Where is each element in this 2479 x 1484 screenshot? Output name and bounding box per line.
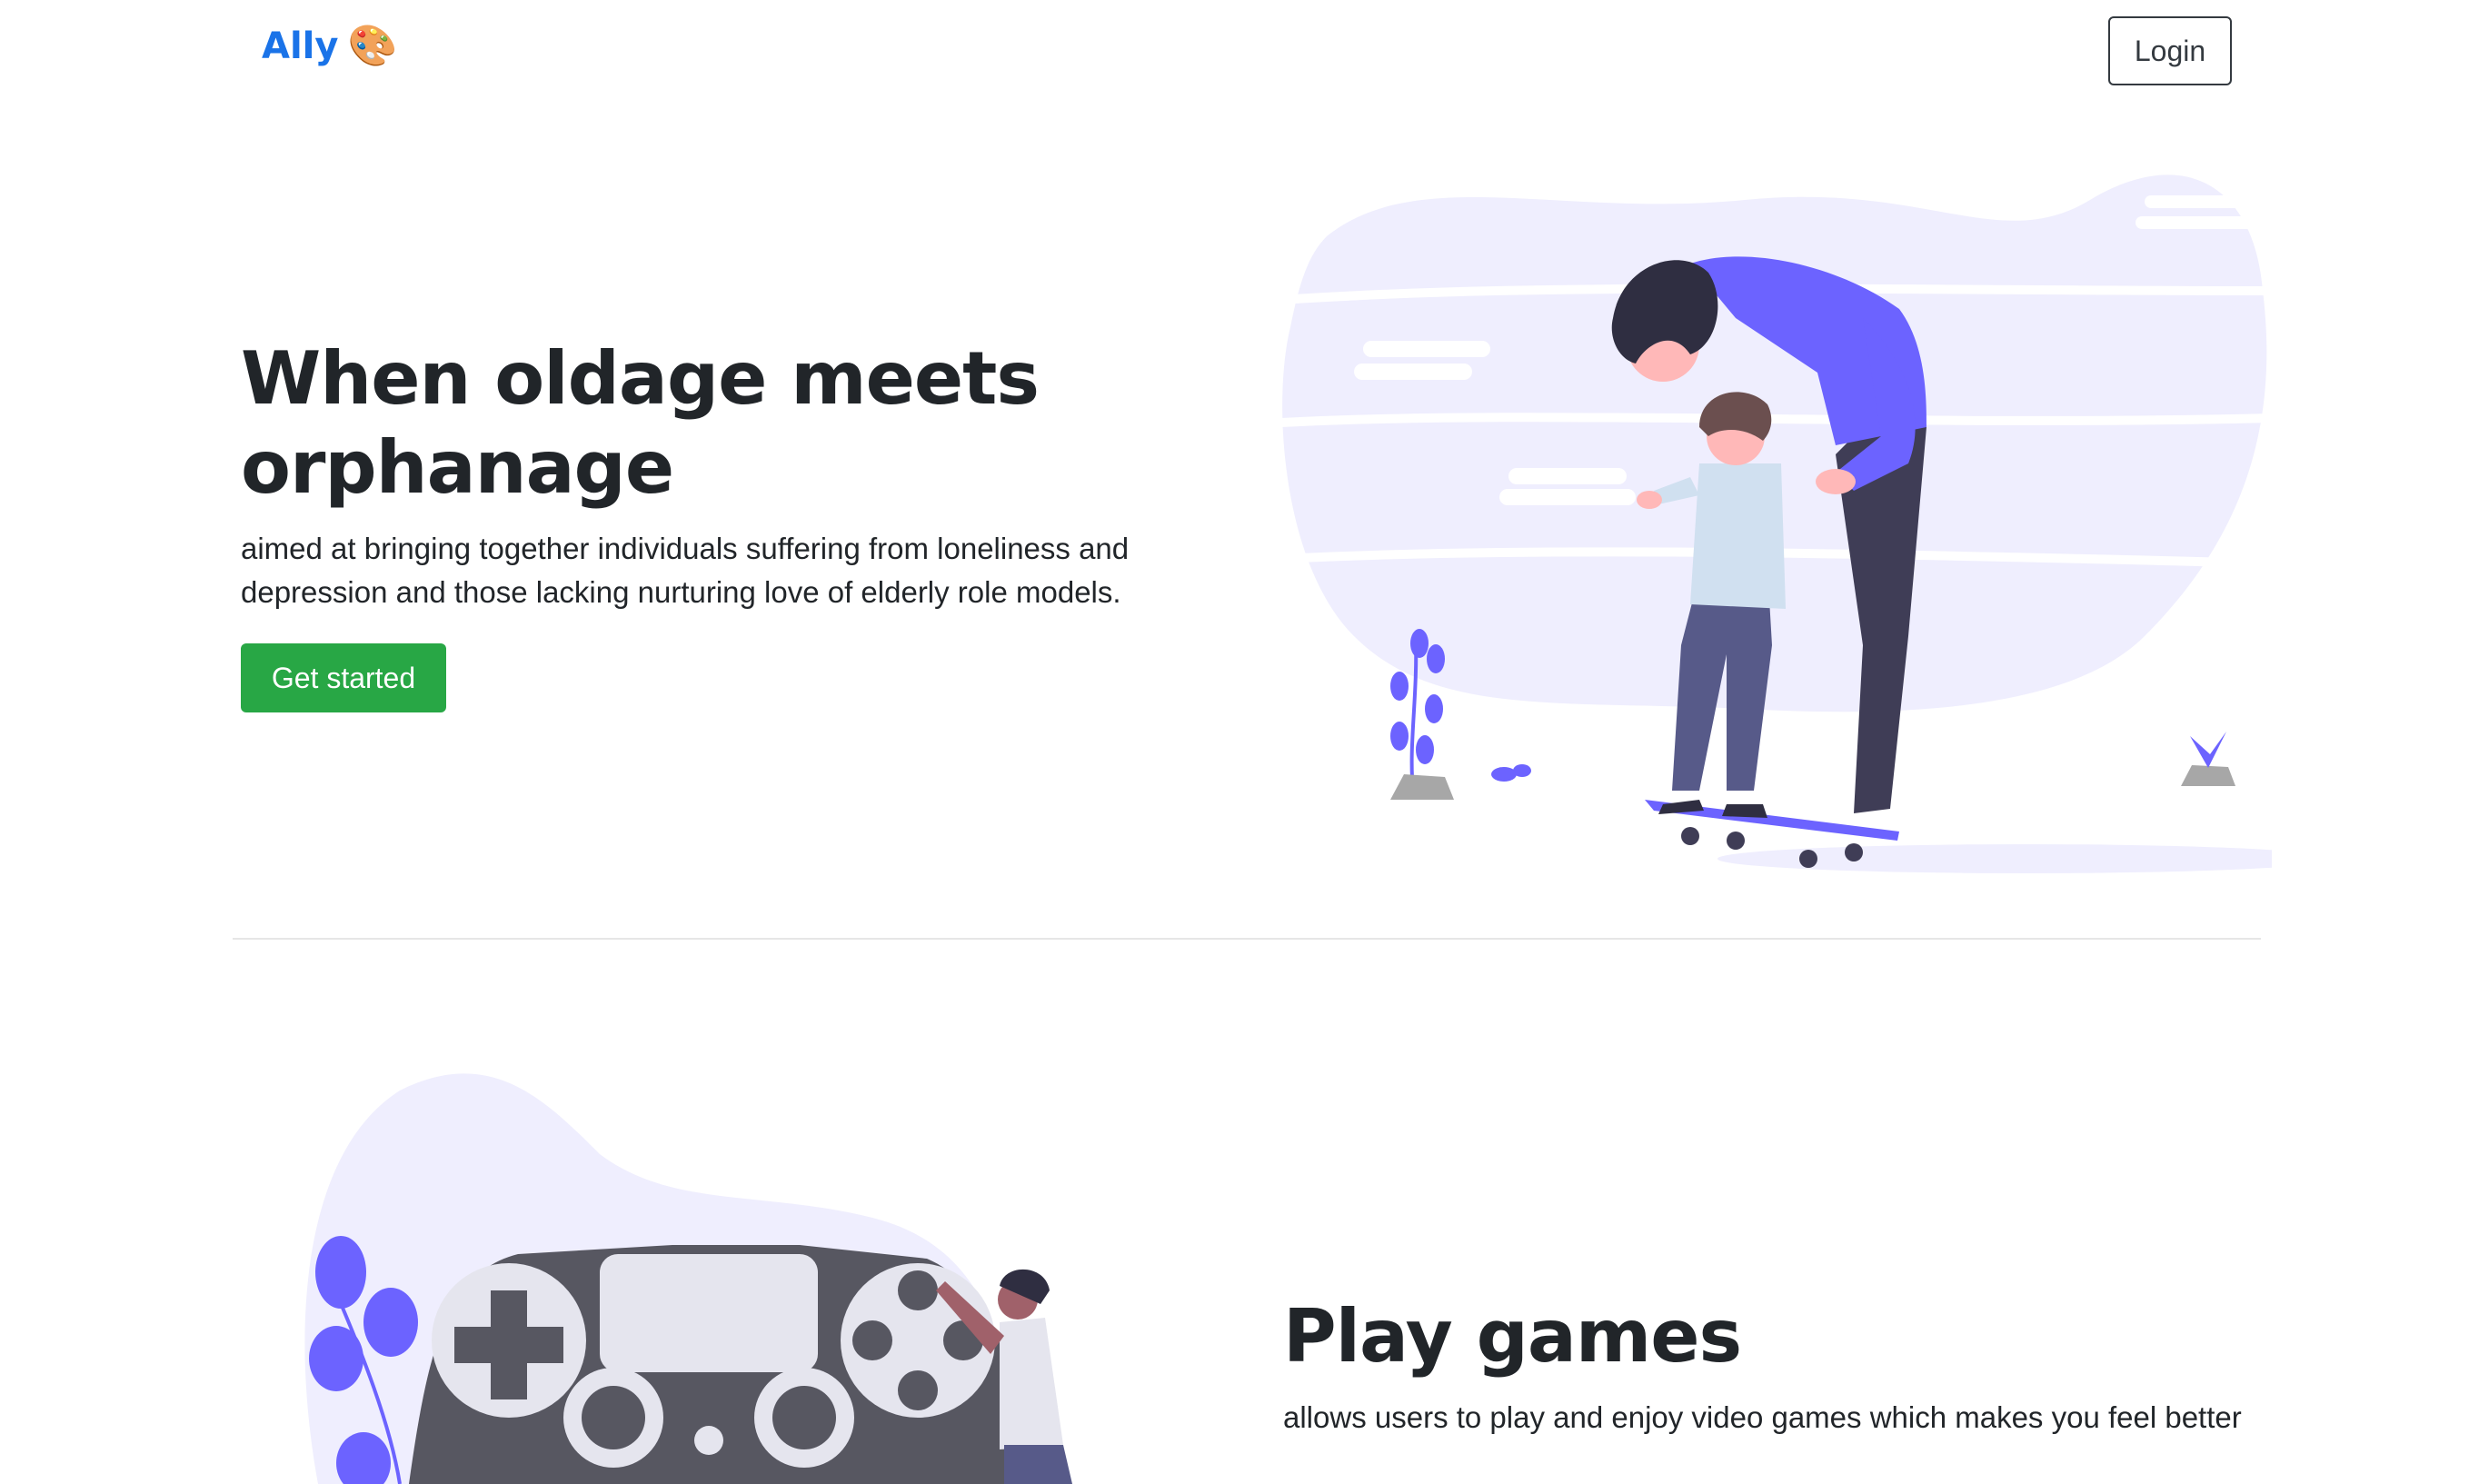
brand-name: Ally xyxy=(262,25,339,67)
login-button[interactable]: Login xyxy=(2108,16,2232,85)
section-divider xyxy=(233,938,2261,940)
feature-title: Play games xyxy=(1283,1294,1742,1379)
game-controller xyxy=(409,1245,1036,1484)
hero-blob xyxy=(1282,174,2267,712)
hero-description: aimed at bringing together individuals s… xyxy=(241,532,1130,609)
brand-logo[interactable]: Ally 🎨 xyxy=(262,25,397,67)
feature-description: allows users to play and enjoy video gam… xyxy=(1283,1400,2242,1434)
palette-icon: 🎨 xyxy=(347,23,398,69)
hero-title: When oldage meets orphanage xyxy=(241,336,1040,510)
hero-plant-right xyxy=(2181,732,2235,786)
hero-plant-small xyxy=(1491,764,1531,782)
get-started-button[interactable]: Get started xyxy=(241,643,446,712)
feature-illustration xyxy=(304,1073,1072,1484)
hero-illustration xyxy=(1280,174,2272,873)
